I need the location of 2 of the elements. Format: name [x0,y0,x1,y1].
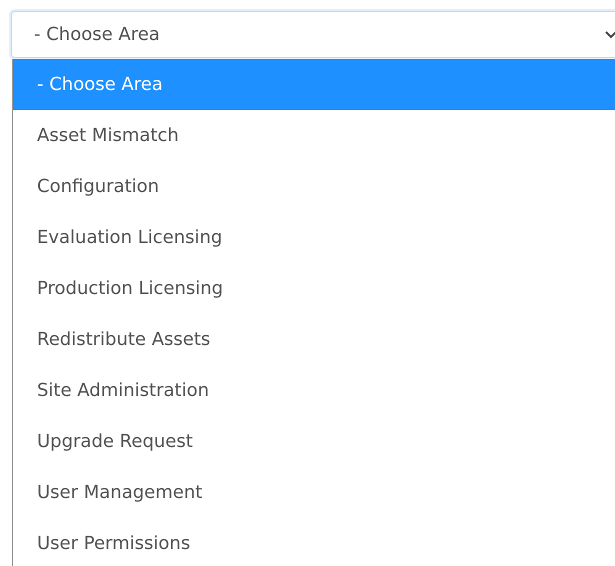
select-field[interactable]: - Choose Area [11,11,615,58]
chevron-down-icon [604,30,615,40]
